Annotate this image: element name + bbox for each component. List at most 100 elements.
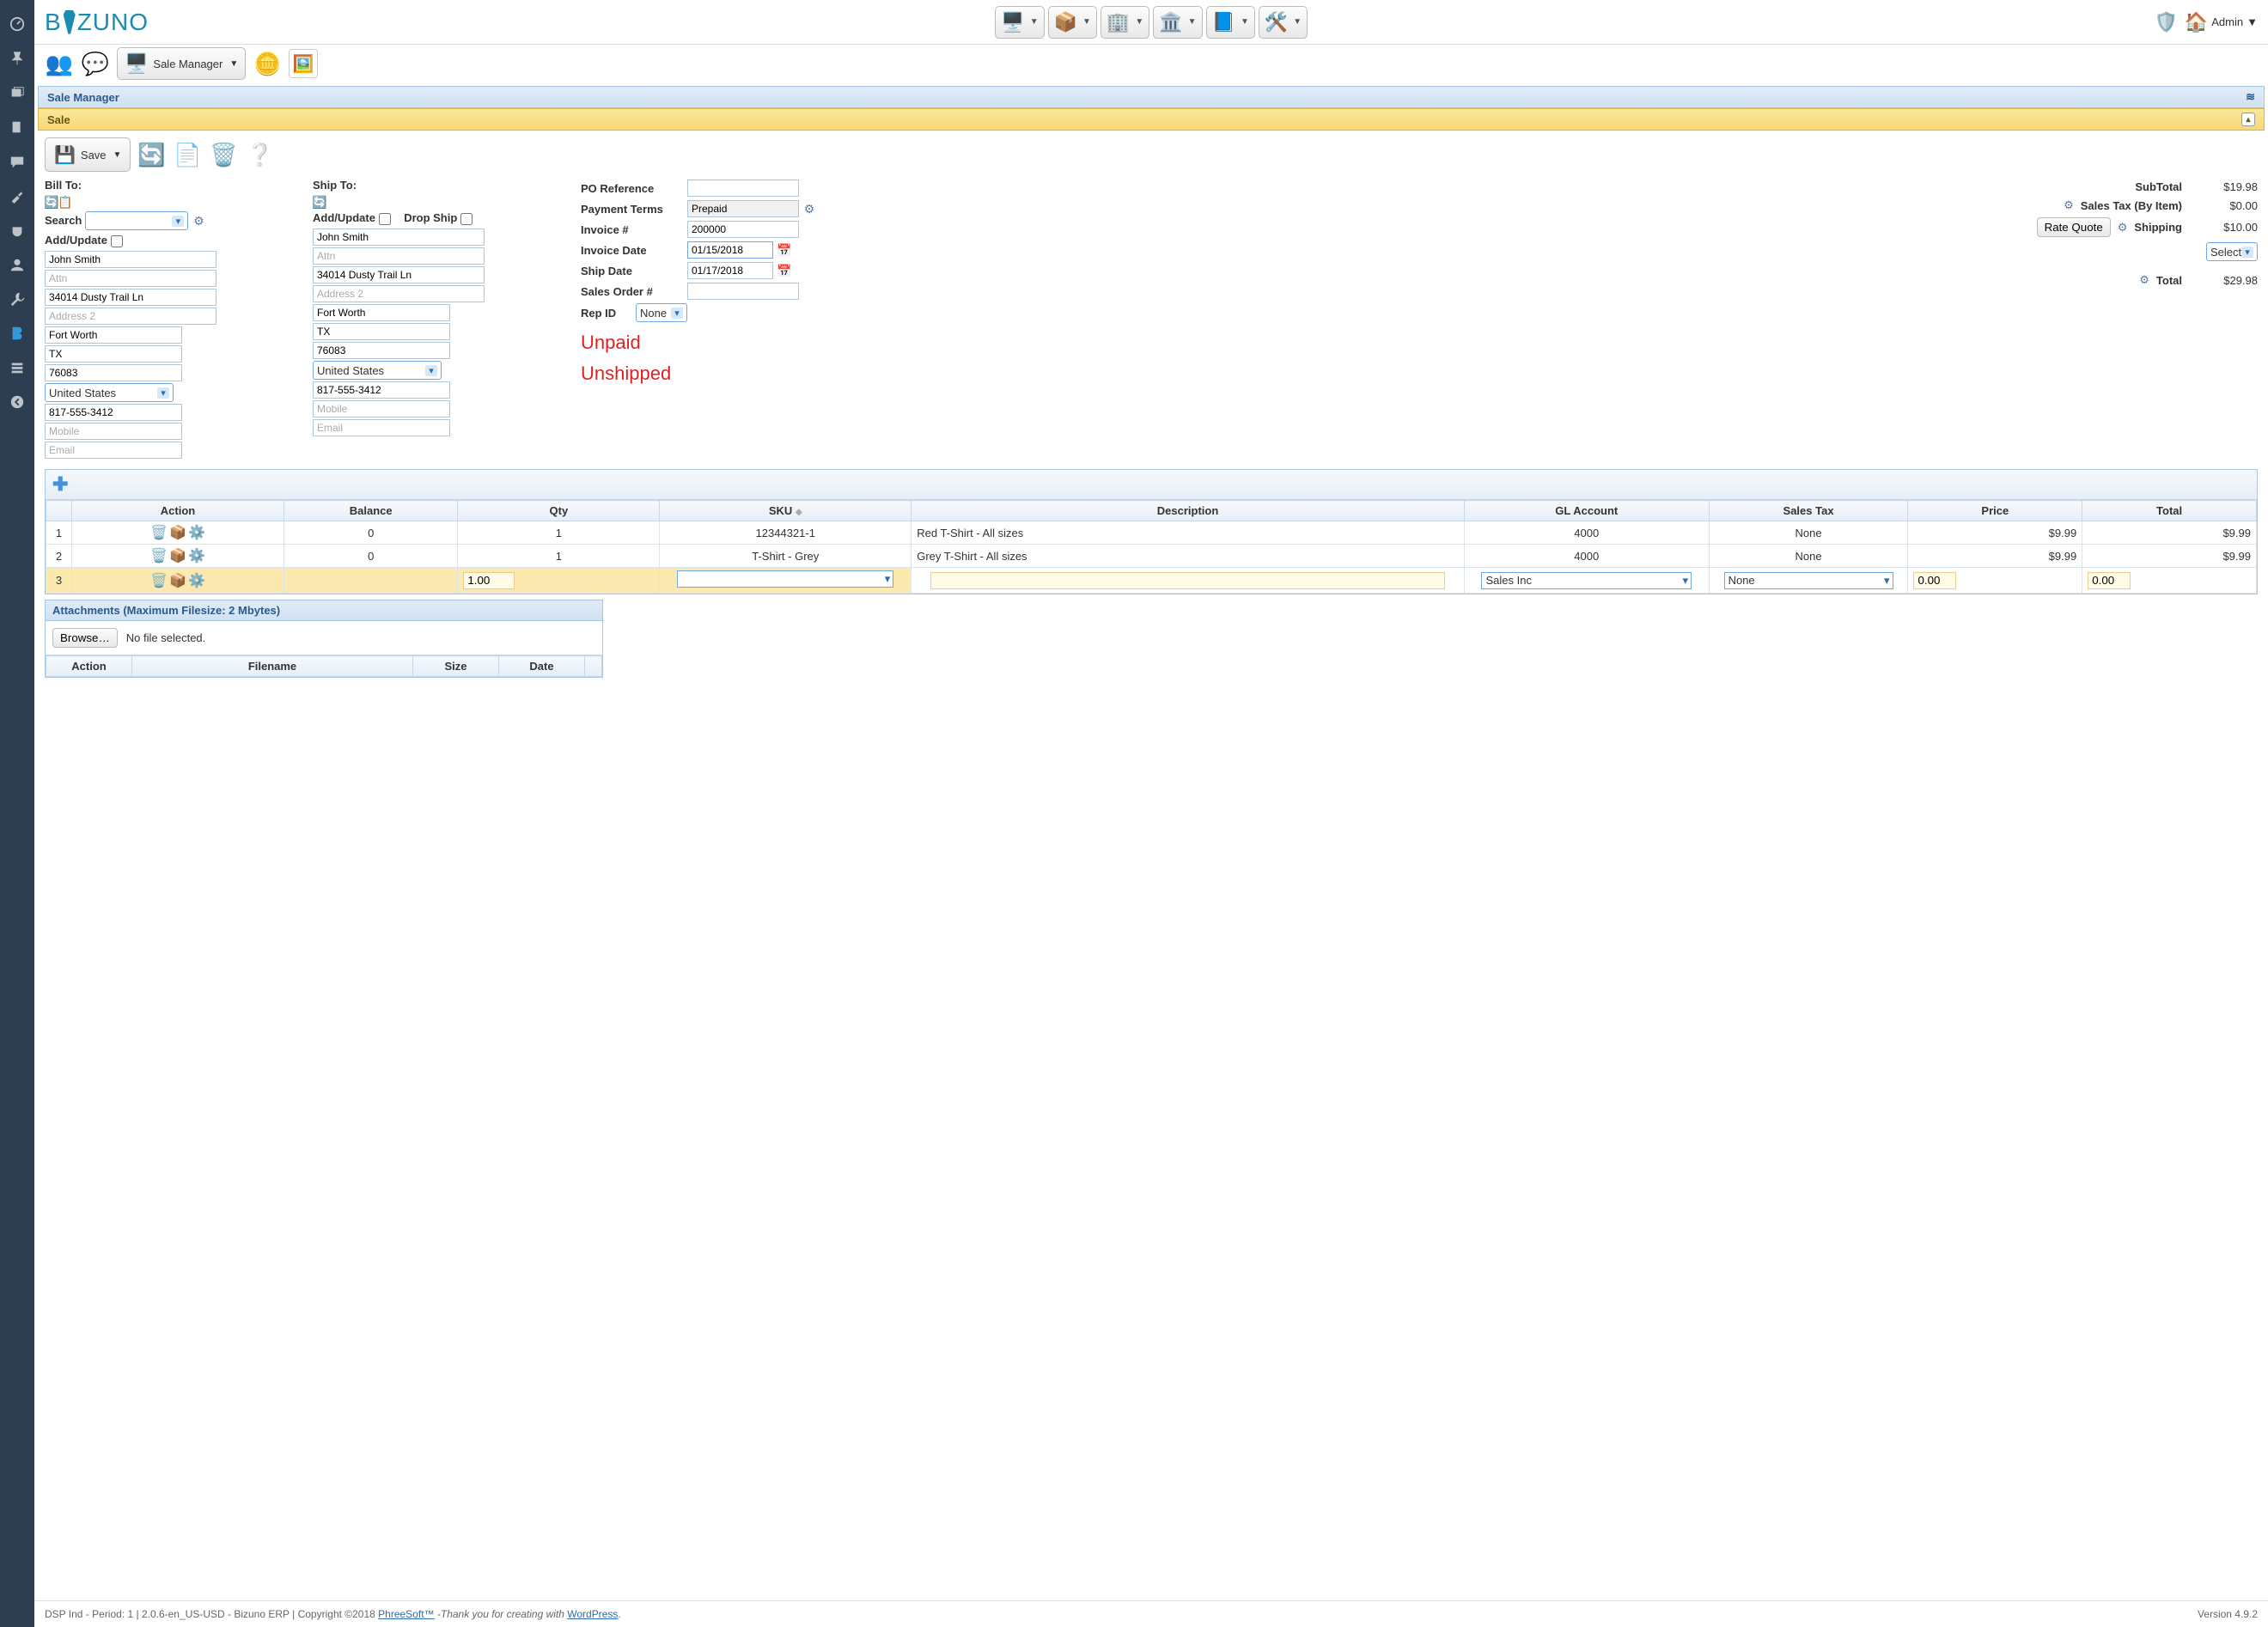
invdate-calendar-icon[interactable]: 📅 bbox=[777, 243, 791, 258]
shipto-zip[interactable] bbox=[313, 342, 450, 359]
sale-manager-combo[interactable]: 🖥️Sale Manager▼ bbox=[117, 47, 246, 80]
total-input[interactable] bbox=[2088, 572, 2131, 589]
nav-dashboard[interactable]: 🖥️▼ bbox=[995, 6, 1044, 39]
plugins-icon[interactable] bbox=[7, 220, 27, 241]
payments-icon[interactable]: 🪙 bbox=[253, 49, 282, 78]
terms-input[interactable] bbox=[687, 200, 799, 217]
recur-icon[interactable]: 🔄 bbox=[136, 139, 167, 170]
nav-customers[interactable]: 🏢▼ bbox=[1100, 6, 1149, 39]
nav-inventory[interactable]: 📦▼ bbox=[1048, 6, 1097, 39]
invdate-input[interactable] bbox=[687, 241, 773, 259]
tools-icon[interactable] bbox=[7, 289, 27, 309]
pages-icon[interactable] bbox=[7, 117, 27, 137]
dropship-chk[interactable] bbox=[460, 213, 472, 225]
table-row[interactable]: 1🗑️📦⚙️0112344321-1Red T-Shirt - All size… bbox=[46, 521, 2257, 545]
table-row[interactable]: 2🗑️📦⚙️01T-Shirt - GreyGrey T-Shirt - All… bbox=[46, 545, 2257, 568]
contacts-icon[interactable]: 👥 bbox=[45, 49, 74, 78]
po-ref-input[interactable] bbox=[687, 180, 799, 197]
alert-icon[interactable]: 🛡️ bbox=[2154, 11, 2177, 34]
sonum-input[interactable] bbox=[687, 283, 799, 300]
billto-addr2[interactable] bbox=[45, 308, 216, 325]
reports-icon[interactable]: 🖼️ bbox=[289, 49, 318, 78]
shipto-city[interactable] bbox=[313, 304, 450, 321]
total-gear-icon[interactable]: ⚙ bbox=[2139, 273, 2149, 287]
search-select[interactable] bbox=[85, 211, 188, 230]
billto-state[interactable] bbox=[45, 345, 182, 363]
panel-collapse-icon[interactable]: ▴ bbox=[2241, 113, 2255, 126]
shipto-addupdate-chk[interactable] bbox=[379, 213, 391, 225]
row-trash-icon[interactable]: 🗑️ bbox=[150, 547, 168, 564]
billto-mobile[interactable] bbox=[45, 423, 182, 440]
nav-banking[interactable]: 🏛️▼ bbox=[1153, 6, 1202, 39]
shipto-addr1[interactable] bbox=[313, 266, 485, 283]
sku-select[interactable] bbox=[677, 570, 893, 588]
shipto-refresh-icon[interactable]: 🔄 bbox=[313, 195, 326, 209]
billto-phone[interactable] bbox=[45, 404, 182, 421]
quotes-icon[interactable]: 💬 bbox=[81, 49, 110, 78]
shipto-attn[interactable] bbox=[313, 247, 485, 265]
pin-icon[interactable] bbox=[7, 48, 27, 69]
billto-name[interactable] bbox=[45, 251, 216, 268]
table-row-editing[interactable]: 3🗑️📦⚙️Sales IncNone bbox=[46, 568, 2257, 594]
media-icon[interactable] bbox=[7, 82, 27, 103]
copy-icon[interactable]: 📋 bbox=[58, 195, 72, 209]
billto-addupdate-chk[interactable] bbox=[111, 235, 123, 247]
panel-expand-icon[interactable]: ≋ bbox=[2246, 90, 2255, 104]
qty-input[interactable] bbox=[463, 572, 515, 589]
nav-tools[interactable]: 🛠️▼ bbox=[1259, 6, 1308, 39]
tax-select[interactable]: None bbox=[1724, 572, 1893, 589]
wordpress-link[interactable]: WordPress bbox=[567, 1608, 618, 1620]
row-props-icon[interactable]: 📦 bbox=[169, 524, 186, 541]
billto-attn[interactable] bbox=[45, 270, 216, 287]
row-trash-icon[interactable]: 🗑️ bbox=[150, 524, 168, 541]
shipping-select[interactable]: Select bbox=[2206, 242, 2258, 261]
rate-quote-button[interactable]: Rate Quote bbox=[2037, 217, 2111, 237]
row-gear-icon[interactable]: ⚙️ bbox=[188, 572, 205, 589]
phreesoft-link[interactable]: PhreeSoft™ bbox=[378, 1608, 434, 1620]
settings-icon[interactable] bbox=[7, 357, 27, 378]
terms-gear-icon[interactable]: ⚙ bbox=[802, 202, 816, 216]
shipdate-input[interactable] bbox=[687, 262, 773, 279]
desc-input[interactable] bbox=[930, 572, 1445, 589]
gear-icon[interactable]: ⚙ bbox=[192, 214, 205, 228]
price-input[interactable] bbox=[1913, 572, 1956, 589]
shipto-mobile[interactable] bbox=[313, 400, 450, 417]
row-gear-icon[interactable]: ⚙️ bbox=[188, 547, 205, 564]
collapse-icon[interactable] bbox=[7, 392, 27, 412]
save-button[interactable]: 💾Save▼ bbox=[45, 137, 131, 172]
refresh-icon[interactable]: 🔄 bbox=[45, 195, 58, 209]
row-props-icon[interactable]: 📦 bbox=[169, 572, 186, 589]
new-icon[interactable]: 📄 bbox=[172, 139, 203, 170]
row-trash-icon[interactable]: 🗑️ bbox=[150, 572, 168, 589]
billto-country[interactable]: United States bbox=[45, 383, 174, 402]
billto-addr1[interactable] bbox=[45, 289, 216, 306]
row-gear-icon[interactable]: ⚙️ bbox=[188, 524, 205, 541]
shipto-country[interactable]: United States bbox=[313, 361, 442, 380]
col-sku[interactable]: SKU ◆ bbox=[660, 501, 911, 521]
users-icon[interactable] bbox=[7, 254, 27, 275]
billto-email[interactable] bbox=[45, 442, 182, 459]
appearance-icon[interactable] bbox=[7, 186, 27, 206]
help-icon[interactable]: ❔ bbox=[244, 139, 275, 170]
billto-zip[interactable] bbox=[45, 364, 182, 381]
nav-gl[interactable]: 📘▼ bbox=[1206, 6, 1255, 39]
shipdate-calendar-icon[interactable]: 📅 bbox=[777, 264, 791, 278]
billto-city[interactable] bbox=[45, 326, 182, 344]
shipto-name[interactable] bbox=[313, 229, 485, 246]
comments-icon[interactable] bbox=[7, 151, 27, 172]
tax-gear-icon[interactable]: ⚙ bbox=[2064, 198, 2074, 212]
shipto-email[interactable] bbox=[313, 419, 450, 436]
rep-select[interactable]: None bbox=[636, 303, 687, 322]
shipping-gear-icon[interactable]: ⚙ bbox=[2118, 221, 2128, 235]
shipto-state[interactable] bbox=[313, 323, 450, 340]
add-row-icon[interactable]: ✚ bbox=[52, 473, 68, 495]
row-props-icon[interactable]: 📦 bbox=[169, 547, 186, 564]
dashboard-icon[interactable] bbox=[7, 14, 27, 34]
admin-menu[interactable]: 🏠Admin▼ bbox=[2185, 11, 2258, 34]
gl-select[interactable]: Sales Inc bbox=[1481, 572, 1692, 589]
shipto-addr2[interactable] bbox=[313, 285, 485, 302]
invnum-input[interactable] bbox=[687, 221, 799, 238]
trash-icon[interactable]: 🗑️ bbox=[208, 139, 239, 170]
browse-button[interactable]: Browse… bbox=[52, 628, 118, 648]
bizuno-icon[interactable] bbox=[7, 323, 27, 344]
